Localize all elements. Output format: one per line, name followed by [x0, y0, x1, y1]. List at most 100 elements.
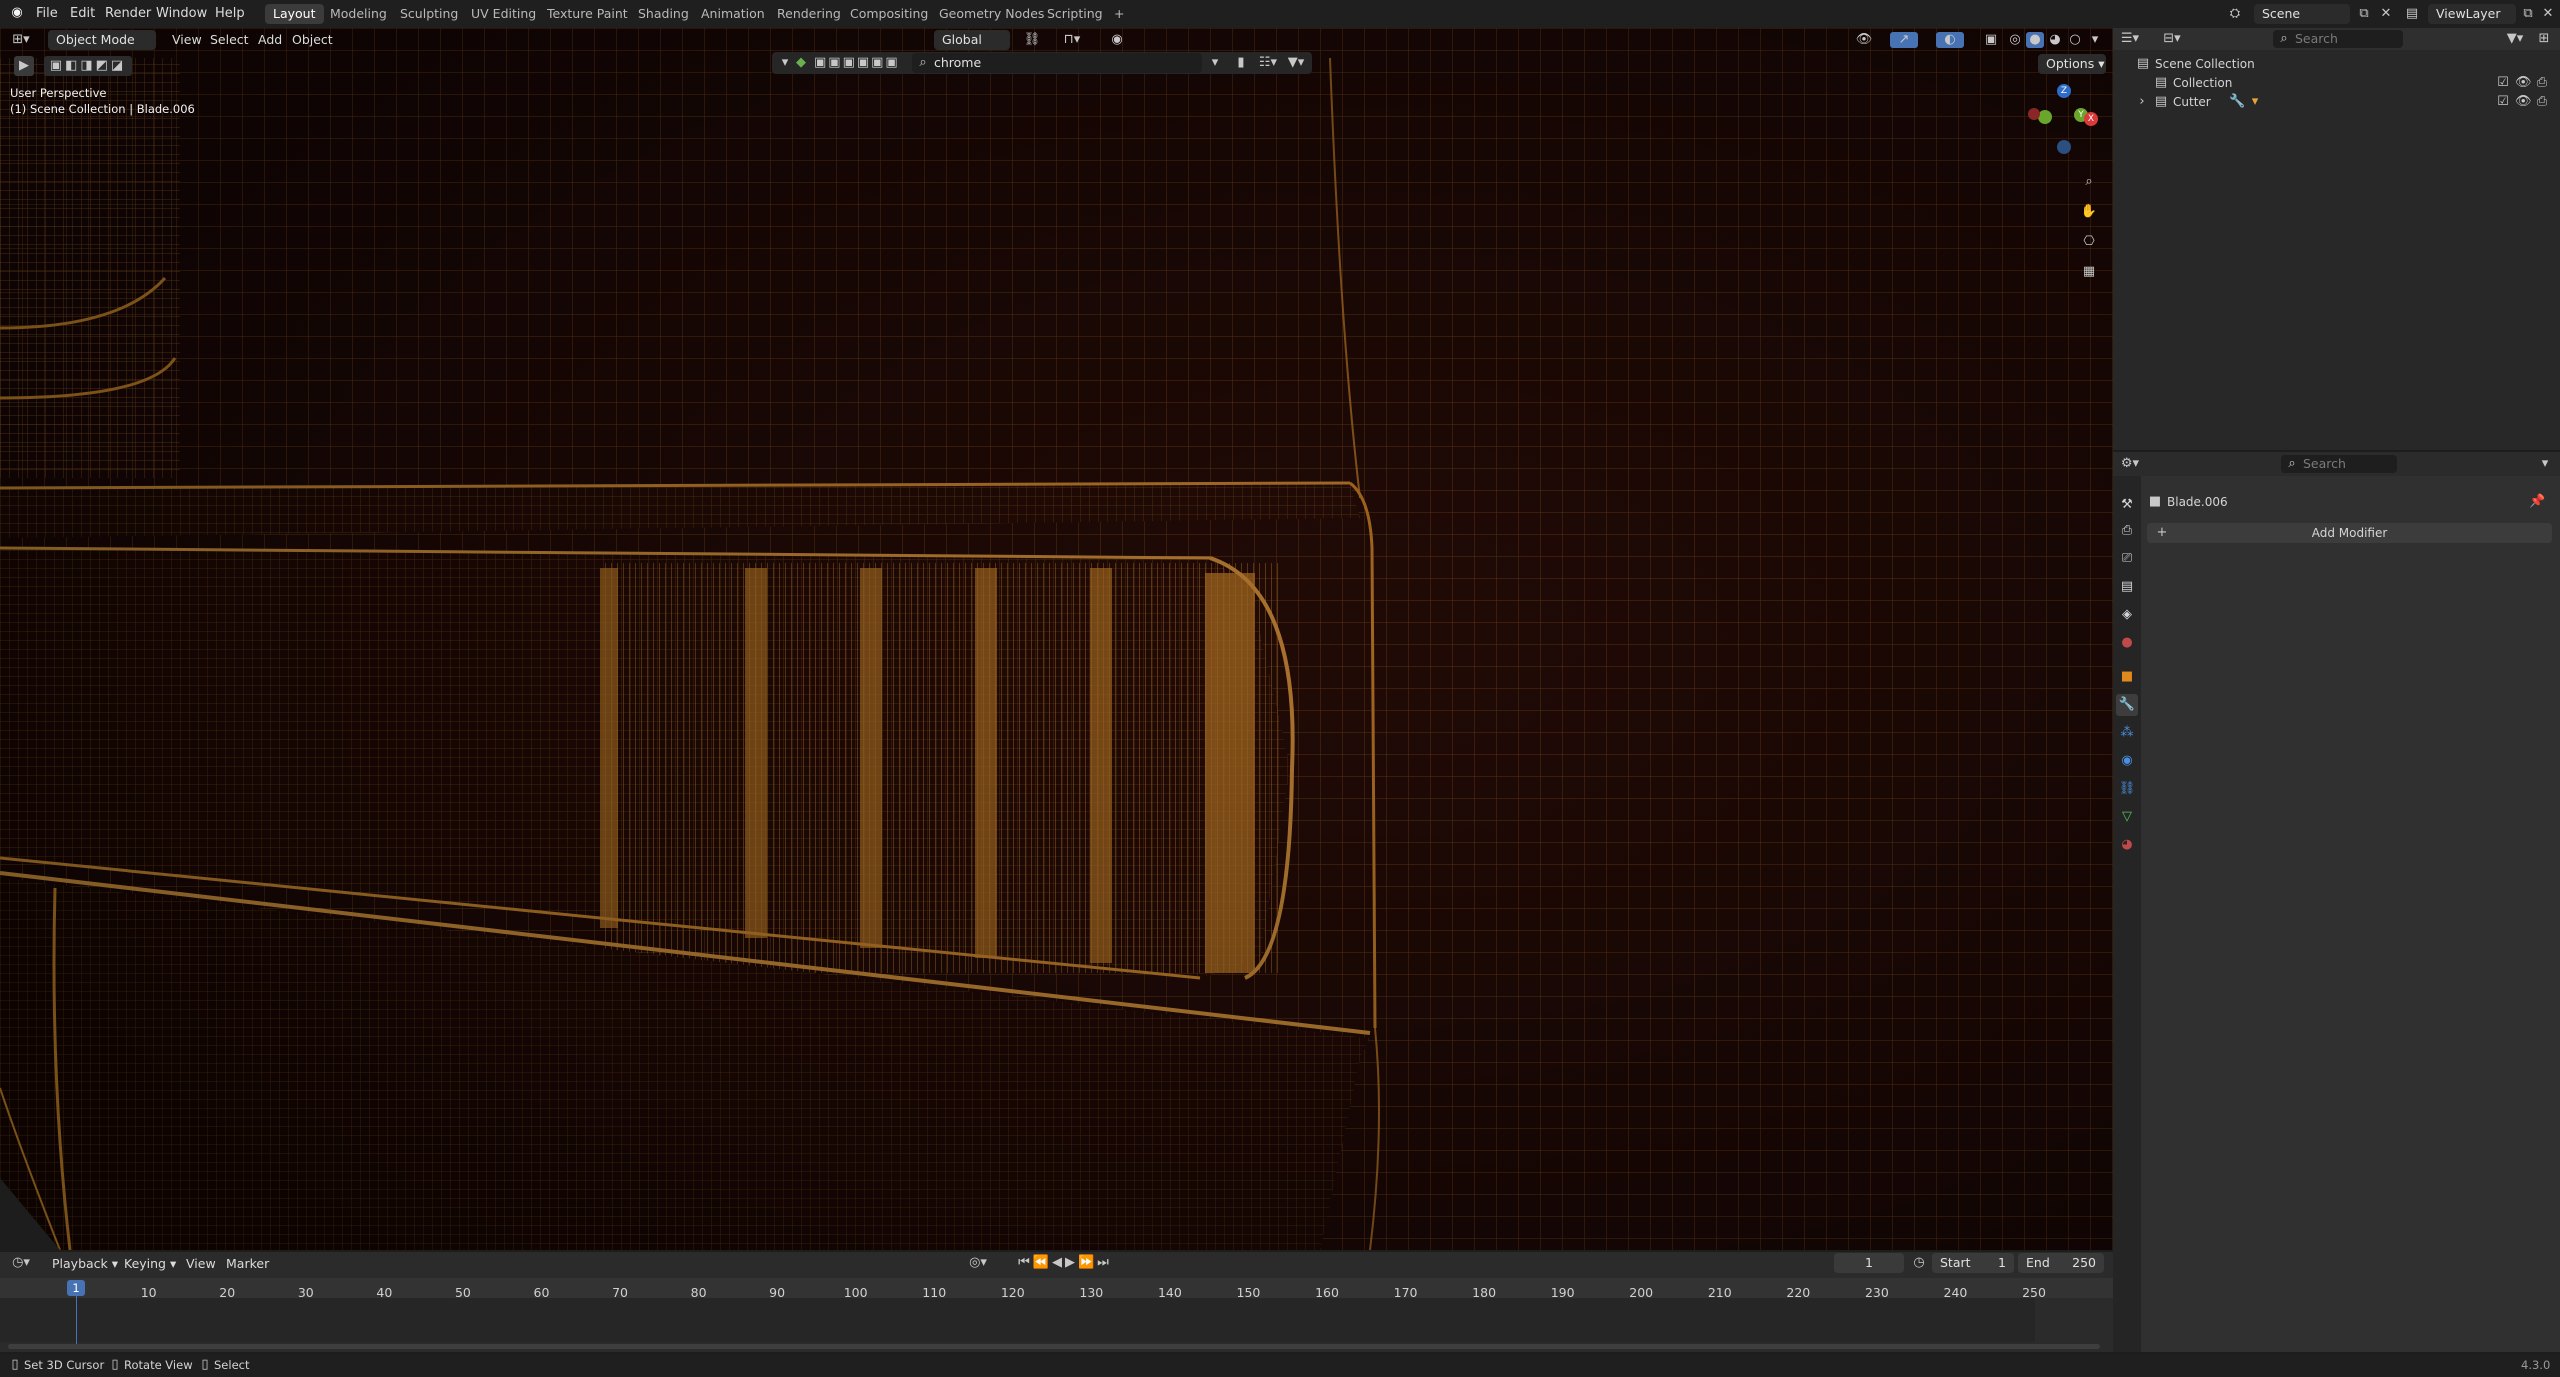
constraints-tab-icon[interactable]: ⛓ — [2116, 778, 2138, 800]
new-view-layer-icon[interactable]: ⧉ — [2520, 6, 2536, 22]
expand-arrow-icon[interactable]: › — [2135, 94, 2149, 110]
display-mode-icon[interactable]: ☷▾ — [1256, 55, 1280, 71]
mode-selector[interactable]: Object Mode — [48, 30, 156, 50]
add-workspace-button[interactable]: + — [1106, 4, 1132, 24]
render-tab-icon[interactable]: ⎙ — [2116, 520, 2138, 542]
menu-window[interactable]: Window — [156, 6, 207, 21]
tab-uv-editing[interactable]: UV Editing — [463, 4, 544, 24]
display-mode-icon[interactable]: ⊟▾ — [2161, 31, 2183, 47]
menu-select[interactable]: Select — [204, 30, 255, 50]
3d-viewport[interactable]: ⊞▾ Object Mode View Select Add Object Gl… — [0, 28, 2113, 1250]
editor-type-icon[interactable]: ⊞▾ — [8, 32, 34, 48]
pan-hand-icon[interactable]: ✋ — [2080, 204, 2098, 220]
x-axis-handle[interactable]: X — [2084, 112, 2098, 126]
zoom-icon[interactable]: ⌕ — [2080, 174, 2098, 190]
pivot-icon[interactable]: ⛓ — [1018, 32, 1046, 48]
camera-icon[interactable]: ⎙ — [2535, 75, 2549, 91]
editor-type-icon[interactable]: ☰▾ — [2119, 31, 2141, 47]
tab-sculpting[interactable]: Sculpting — [392, 4, 466, 24]
menu-help[interactable]: Help — [215, 6, 245, 21]
object-tab-icon[interactable]: ■ — [2116, 666, 2138, 688]
shading-options-icon[interactable]: ▾ — [2086, 32, 2104, 48]
add-modifier-button[interactable]: + Add Modifier — [2147, 523, 2552, 543]
chevron-down-icon[interactable]: ▾ — [778, 55, 792, 71]
particles-tab-icon[interactable]: ⁂ — [2116, 722, 2138, 744]
z-axis-neg-handle[interactable] — [2057, 140, 2071, 154]
proportional-edit-icon[interactable]: ◉ — [1108, 32, 1126, 48]
chevron-down-icon[interactable]: ▾ — [2537, 456, 2553, 472]
outliner-search-input[interactable]: Search — [2273, 30, 2403, 48]
output-tab-icon[interactable]: ⎚ — [2116, 548, 2138, 570]
checkbox-icon[interactable]: ☑ — [2496, 94, 2510, 110]
orthographic-toggle-icon[interactable]: ▦ — [2080, 264, 2098, 280]
tab-rendering[interactable]: Rendering — [769, 4, 849, 24]
dropdown-icon[interactable]: ▾ — [1208, 55, 1222, 71]
wireframe-shading-icon[interactable]: ◎ — [2006, 32, 2024, 48]
visibility-icon[interactable]: 👁 — [1850, 32, 1878, 48]
select-tool-button[interactable]: ▶ — [14, 56, 34, 76]
overlay-toggle-icon[interactable]: ◐ — [1936, 32, 1964, 48]
editor-type-icon[interactable]: ⚙▾ — [2119, 456, 2141, 472]
eye-icon[interactable]: 👁 — [2515, 75, 2532, 91]
scene-tab-icon[interactable]: ◈ — [2116, 604, 2138, 626]
scene-icon[interactable]: ⛭ — [2226, 6, 2244, 22]
view-layer-selector[interactable]: ViewLayer — [2428, 4, 2516, 24]
bookmark-icon[interactable]: ▮ — [1234, 55, 1248, 71]
pin-icon[interactable]: 📌 — [2529, 494, 2545, 510]
tab-shading[interactable]: Shading — [630, 4, 697, 24]
tab-compositing[interactable]: Compositing — [842, 4, 936, 24]
view-layer-icon[interactable]: ▤ — [2404, 6, 2420, 22]
options-button[interactable]: Options ▾ — [2038, 54, 2106, 74]
timeline-scrollbar[interactable] — [8, 1344, 2100, 1349]
menu-edit[interactable]: Edit — [70, 6, 95, 21]
tab-geometry-nodes[interactable]: Geometry Nodes — [931, 4, 1052, 24]
menu-render[interactable]: Render — [105, 6, 151, 21]
camera-view-icon[interactable]: ⎔ — [2080, 234, 2098, 250]
new-collection-icon[interactable]: ⊞ — [2533, 31, 2555, 47]
navigation-gizmo[interactable]: Z Y X — [2028, 82, 2100, 154]
filter-icon[interactable]: ▼▾ — [2503, 31, 2527, 47]
filter-icons[interactable]: ▣▣▣▣▣▣ — [814, 55, 898, 71]
view-layer-tab-icon[interactable]: ▤ — [2116, 576, 2138, 598]
blender-logo-icon[interactable]: ◉ — [8, 5, 26, 21]
object-type-icon[interactable]: ◆ — [794, 55, 808, 71]
tab-layout[interactable]: Layout — [265, 4, 324, 24]
playhead[interactable]: 1 — [67, 1280, 85, 1296]
outliner-root-row[interactable]: ▤ Scene Collection — [2135, 56, 2555, 74]
camera-icon[interactable]: ⎙ — [2535, 94, 2549, 110]
filter-icon[interactable]: ▼▾ — [1284, 55, 1308, 71]
outliner-item-cutter[interactable]: › ▤ Cutter 🔧 ▾ ☑ 👁 ⎙ — [2135, 94, 2558, 112]
delete-scene-icon[interactable]: ✕ — [2378, 6, 2394, 22]
tab-animation[interactable]: Animation — [693, 4, 773, 24]
outliner-item-collection[interactable]: ▤ Collection ☑ 👁 ⎙ — [2153, 75, 2558, 93]
search-input[interactable]: chrome — [912, 53, 1202, 73]
snap-icon[interactable]: ⊓▾ — [1052, 32, 1092, 48]
solid-shading-icon[interactable]: ● — [2026, 32, 2044, 48]
physics-tab-icon[interactable]: ◉ — [2116, 750, 2138, 772]
modifier-tab-icon[interactable]: 🔧 — [2116, 694, 2138, 716]
delete-view-layer-icon[interactable]: ✕ — [2540, 6, 2556, 22]
selection-mode-buttons[interactable]: ▣◧◨◩◪ — [44, 56, 132, 76]
menu-object[interactable]: Object — [286, 30, 339, 50]
transform-orientation-selector[interactable]: Global — [934, 30, 1010, 50]
menu-view[interactable]: View — [166, 30, 208, 50]
menu-file[interactable]: File — [36, 6, 58, 21]
rendered-shading-icon[interactable]: ○ — [2066, 32, 2084, 48]
material-tab-icon[interactable]: ◕ — [2116, 834, 2138, 856]
new-scene-icon[interactable]: ⧉ — [2356, 6, 2372, 22]
menu-add[interactable]: Add — [252, 30, 288, 50]
tool-tab-icon[interactable]: ⚒ — [2116, 494, 2138, 516]
data-tab-icon[interactable]: ▽ — [2116, 806, 2138, 828]
tab-scripting[interactable]: Scripting — [1039, 4, 1111, 24]
x-axis-neg-handle[interactable] — [2028, 108, 2040, 120]
eye-icon[interactable]: 👁 — [2515, 94, 2532, 110]
scene-selector[interactable]: Scene — [2254, 4, 2350, 24]
checkbox-icon[interactable]: ☑ — [2496, 75, 2510, 91]
gizmo-toggle-icon[interactable]: ↗ — [1890, 32, 1918, 48]
y-axis-neg-handle[interactable] — [2038, 110, 2052, 124]
tab-texture-paint[interactable]: Texture Paint — [539, 4, 636, 24]
material-shading-icon[interactable]: ◕ — [2046, 32, 2064, 48]
tab-modeling[interactable]: Modeling — [322, 4, 395, 24]
xray-icon[interactable]: ▣ — [1982, 32, 2000, 48]
z-axis-handle[interactable]: Z — [2057, 84, 2071, 98]
